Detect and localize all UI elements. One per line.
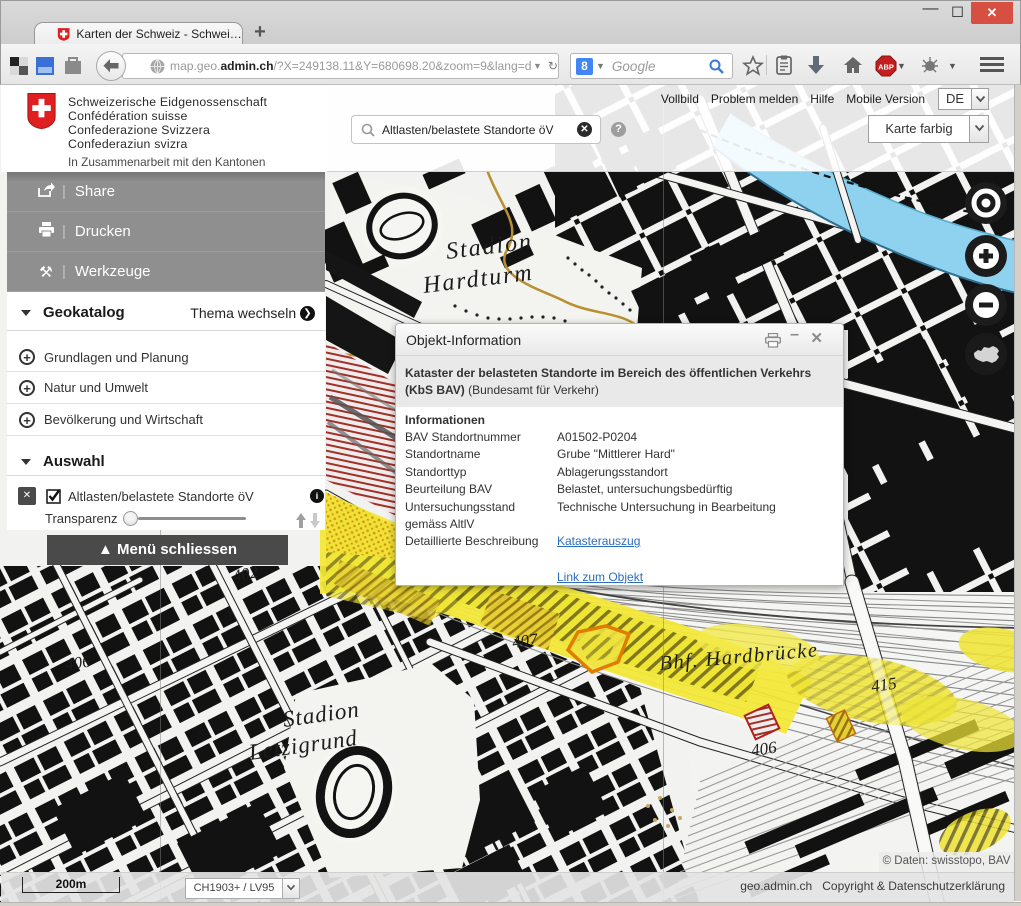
svg-text:407: 407 — [511, 629, 540, 652]
svg-text:ABP: ABP — [878, 63, 894, 72]
svg-text:406: 406 — [750, 738, 778, 760]
svg-text:406: 406 — [64, 652, 92, 674]
svg-text:415: 415 — [870, 674, 898, 696]
